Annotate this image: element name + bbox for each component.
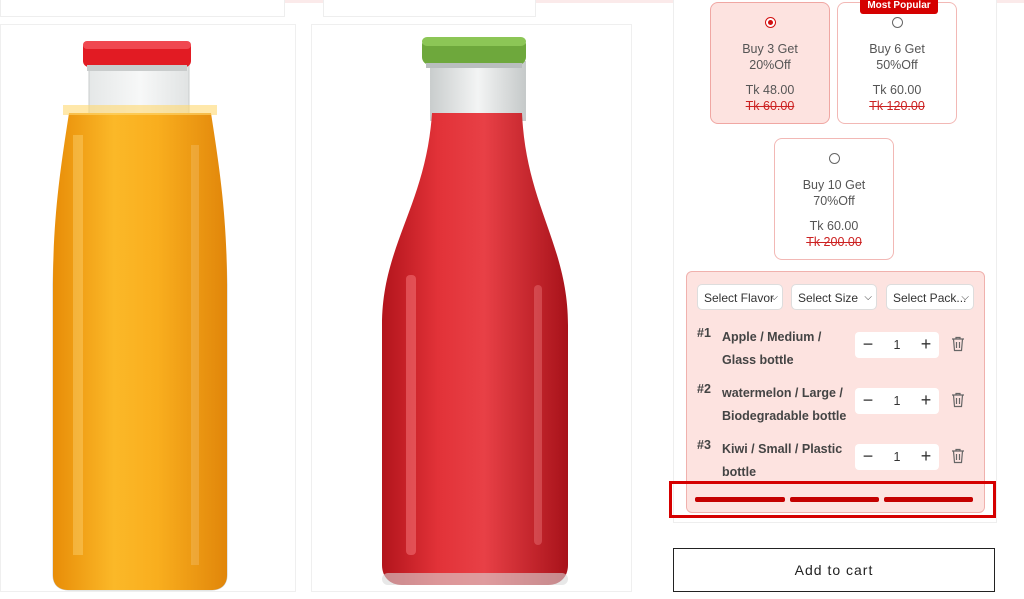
quantity-value[interactable]: 1 — [885, 388, 909, 414]
item-variant: watermelon / Large / — [722, 386, 843, 400]
offer-price: Tk 48.00 — [745, 83, 795, 97]
red-bottle-graphic — [382, 37, 568, 585]
pack-select[interactable]: Select Pack... ⌵ — [886, 284, 974, 310]
offer-price: Tk 60.00 — [872, 83, 922, 97]
offer-option-buy-6[interactable]: Most Popular Buy 6 Get 50%Off Tk 60.00 T… — [837, 0, 957, 124]
list-item: #2 watermelon / Large / Biodegradable bo… — [697, 380, 977, 428]
offer-title: Buy 10 Get — [802, 178, 866, 192]
offer-old-price: Tk 120.00 — [869, 99, 925, 113]
flavor-select[interactable]: Select Flavor ⌵ — [697, 284, 783, 310]
product-image-orange-juice[interactable] — [0, 24, 296, 592]
highlight-box — [669, 481, 996, 518]
radio-unselected[interactable] — [892, 17, 903, 28]
minus-icon[interactable]: − — [857, 334, 879, 356]
item-number: #3 — [697, 438, 711, 452]
variant-selection-box: Select Flavor ⌵ Select Size ⌵ Select Pac… — [686, 271, 985, 513]
plus-icon[interactable]: + — [915, 390, 937, 412]
quantity-value[interactable]: 1 — [885, 332, 909, 358]
quantity-stepper: − 1 + — [855, 332, 939, 358]
item-variant: Kiwi / Small / Plastic — [722, 442, 843, 456]
radio-unselected[interactable] — [829, 153, 840, 164]
card-fragment — [323, 0, 536, 17]
plus-icon[interactable]: + — [915, 334, 937, 356]
minus-icon[interactable]: − — [857, 446, 879, 468]
product-image-red-juice[interactable] — [311, 24, 632, 592]
chevron-down-icon: ⌵ — [961, 292, 969, 303]
flavor-select-label: Select Flavor — [704, 291, 775, 305]
orange-bottle-graphic — [52, 41, 228, 591]
radio-selected[interactable] — [765, 17, 776, 28]
most-popular-badge: Most Popular — [860, 0, 938, 14]
offer-price: Tk 60.00 — [809, 219, 859, 233]
chevron-down-icon: ⌵ — [770, 292, 778, 303]
list-item: #1 Apple / Medium / Glass bottle − 1 + — [697, 324, 977, 372]
item-variant-detail: Glass bottle — [722, 353, 794, 367]
quantity-stepper: − 1 + — [855, 444, 939, 470]
item-number: #2 — [697, 382, 711, 396]
card-fragment — [0, 0, 285, 17]
offer-discount: 20%Off — [749, 58, 791, 72]
offer-discount: 50%Off — [876, 58, 918, 72]
add-to-cart-button[interactable]: Add to cart — [673, 548, 995, 592]
trash-icon[interactable] — [951, 392, 965, 408]
trash-icon[interactable] — [951, 336, 965, 352]
chevron-down-icon: ⌵ — [864, 292, 872, 303]
trash-icon[interactable] — [951, 448, 965, 464]
minus-icon[interactable]: − — [857, 390, 879, 412]
plus-icon[interactable]: + — [915, 446, 937, 468]
offer-option-buy-10[interactable]: Buy 10 Get 70%Off Tk 60.00 Tk 200.00 — [774, 138, 894, 260]
item-variant-detail: Biodegradable bottle — [722, 409, 847, 423]
offer-old-price: Tk 60.00 — [745, 99, 795, 113]
item-variant: Apple / Medium / — [722, 330, 822, 344]
list-item: #3 Kiwi / Small / Plastic bottle − 1 + — [697, 436, 977, 484]
quantity-value[interactable]: 1 — [885, 444, 909, 470]
quantity-stepper: − 1 + — [855, 388, 939, 414]
size-select[interactable]: Select Size ⌵ — [791, 284, 877, 310]
offer-old-price: Tk 200.00 — [806, 235, 862, 249]
offer-option-buy-3[interactable]: Buy 3 Get 20%Off Tk 48.00 Tk 60.00 — [710, 2, 830, 124]
item-number: #1 — [697, 326, 711, 340]
pack-select-label: Select Pack... — [893, 291, 967, 305]
offer-discount: 70%Off — [813, 194, 855, 208]
offer-title: Buy 3 Get — [742, 42, 798, 56]
size-select-label: Select Size — [798, 291, 859, 305]
offer-title: Buy 6 Get — [869, 42, 925, 56]
